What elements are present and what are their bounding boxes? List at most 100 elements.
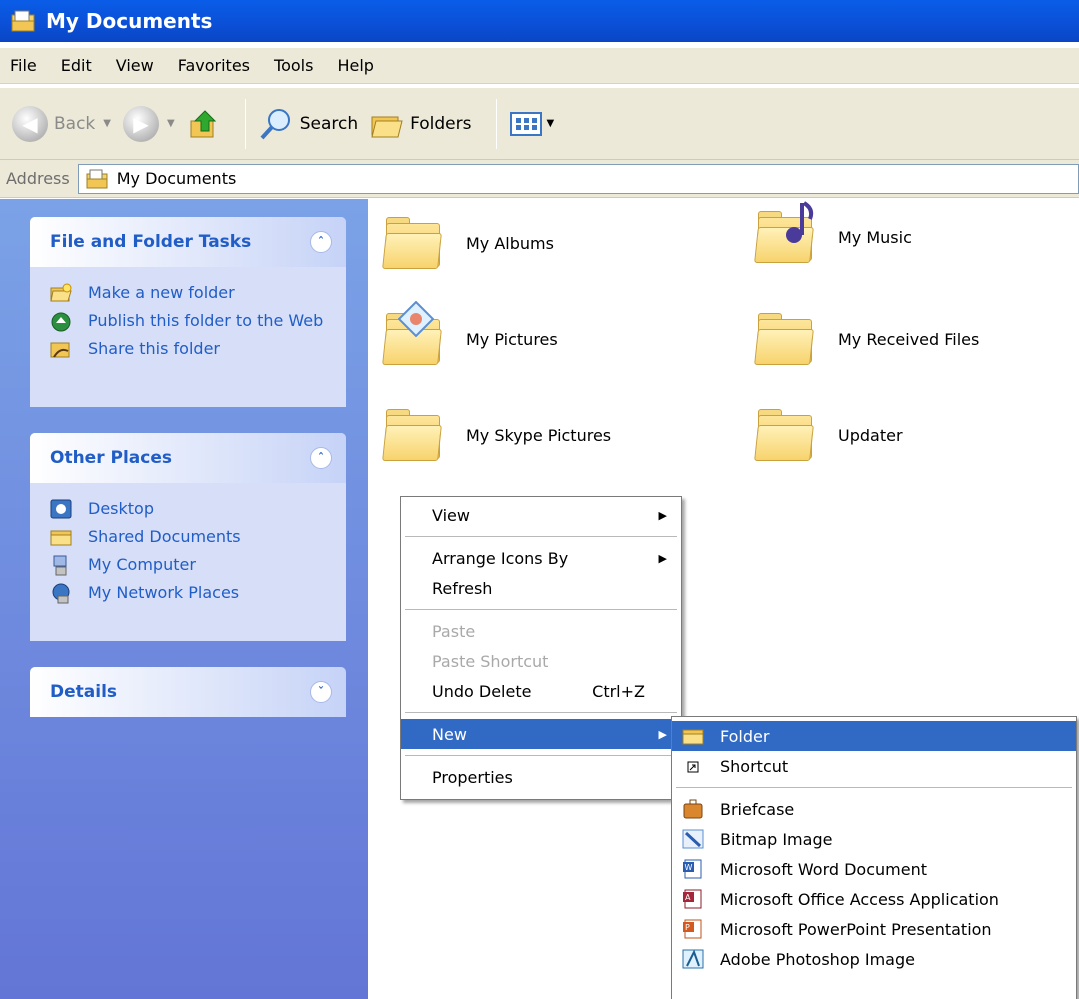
menu-item-view[interactable]: View ▶ — [401, 500, 681, 530]
collapse-icon[interactable]: ˆ — [310, 231, 332, 253]
menu-tools[interactable]: Tools — [274, 56, 313, 75]
powerpoint-icon: P — [683, 919, 702, 939]
place-desktop[interactable]: Desktop — [50, 499, 334, 519]
forward-arrow-icon: ▶ — [122, 105, 159, 142]
search-icon — [260, 108, 290, 139]
menu-item-new[interactable]: New ▶ — [401, 719, 681, 749]
bitmap-image-icon — [682, 829, 704, 849]
menu-favorites[interactable]: Favorites — [178, 56, 250, 75]
search-button[interactable]: Search — [258, 106, 358, 142]
other-places-panel: Other Places ˆ Desktop Shared Documents … — [30, 433, 346, 641]
panel-title: Details — [50, 682, 118, 702]
folder-item[interactable]: My Music — [754, 201, 912, 267]
address-value: My Documents — [116, 169, 237, 188]
forward-button[interactable]: ▶ ▼ — [122, 105, 175, 142]
place-my-computer[interactable]: My Computer — [50, 555, 334, 576]
toolbar: ◀ Back ▼ ▶ ▼ Search Folders ▼ — [0, 88, 1079, 160]
folder-item[interactable]: My Received Files — [754, 309, 979, 369]
menu-help[interactable]: Help — [337, 56, 373, 75]
menu-item-paste-shortcut: Paste Shortcut — [432, 651, 549, 671]
my-documents-icon — [10, 9, 38, 33]
new-folder-icon — [50, 283, 72, 303]
shortcut-label: Ctrl+Z — [592, 681, 645, 701]
menu-item-arrange-icons[interactable]: Arrange Icons By ▶ — [401, 543, 681, 573]
menu-separator — [676, 787, 1072, 788]
folder-icon — [382, 213, 444, 273]
photoshop-image-icon — [682, 949, 704, 969]
up-arrow-icon — [190, 109, 216, 137]
menu-bar: File Edit View Favorites Tools Help — [0, 48, 1079, 84]
new-submenu: Folder Shortcut Briefcase Bitmap Image W… — [671, 716, 1077, 999]
new-folder-item[interactable]: Folder — [672, 721, 1076, 751]
new-access-application-item[interactable]: A Microsoft Office Access Application — [672, 884, 1076, 914]
shortcut-icon — [687, 761, 699, 773]
submenu-arrow-icon: ▶ — [658, 727, 667, 741]
new-briefcase-item[interactable]: Briefcase — [672, 794, 1076, 824]
address-bar: Address My Documents — [0, 160, 1079, 198]
folder-item[interactable]: Updater — [754, 405, 903, 465]
task-pane: File and Folder Tasks ˆ Make a new folde… — [0, 199, 368, 999]
task-make-new-folder[interactable]: Make a new folder — [50, 283, 334, 303]
address-label: Address — [6, 169, 70, 188]
window-title: My Documents — [46, 9, 213, 33]
briefcase-icon — [683, 799, 703, 819]
forward-dropdown-icon[interactable]: ▼ — [167, 118, 175, 129]
access-application-icon: A — [683, 889, 702, 909]
back-button[interactable]: ◀ Back ▼ — [12, 105, 111, 142]
menu-view[interactable]: View — [116, 56, 154, 75]
folder-icon — [382, 405, 444, 465]
submenu-arrow-icon: ▶ — [658, 551, 667, 565]
folder-item[interactable]: My Albums — [382, 213, 554, 273]
folder-item[interactable]: My Skype Pictures — [382, 405, 611, 465]
panel-header[interactable]: File and Folder Tasks ˆ — [30, 217, 346, 267]
back-arrow-icon: ◀ — [12, 105, 48, 142]
new-shortcut-item[interactable]: Shortcut — [672, 751, 1076, 781]
folder-icon — [754, 405, 816, 465]
panel-header[interactable]: Other Places ˆ — [30, 433, 346, 483]
music-folder-icon — [754, 201, 816, 267]
menu-edit[interactable]: Edit — [61, 56, 92, 75]
title-bar[interactable]: My Documents — [0, 0, 1079, 42]
place-shared-documents[interactable]: Shared Documents — [50, 527, 334, 547]
menu-item-refresh[interactable]: Refresh — [401, 573, 681, 603]
panel-title: File and Folder Tasks — [50, 232, 252, 252]
expand-icon[interactable]: ˇ — [310, 681, 332, 703]
new-photoshop-image-item[interactable]: Adobe Photoshop Image — [672, 944, 1076, 974]
pictures-folder-icon — [382, 301, 444, 369]
svg-text:W: W — [685, 863, 693, 872]
menu-separator — [405, 712, 677, 713]
panel-title: Other Places — [50, 448, 172, 468]
views-button[interactable]: ▼ — [509, 110, 554, 138]
task-share-folder[interactable]: Share this folder — [50, 339, 334, 359]
folder-icon — [754, 309, 816, 369]
publish-web-icon — [50, 311, 72, 332]
svg-text:P: P — [685, 923, 690, 932]
folder-item[interactable]: My Pictures — [382, 301, 558, 369]
menu-item-paste: Paste — [432, 621, 476, 641]
place-my-network[interactable]: My Network Places — [50, 583, 334, 604]
back-dropdown-icon[interactable]: ▼ — [103, 118, 111, 129]
word-document-icon: W — [683, 859, 702, 879]
my-documents-icon — [86, 169, 108, 188]
folder-icon — [682, 729, 704, 745]
computer-icon — [50, 555, 72, 576]
panel-header[interactable]: Details ˇ — [30, 667, 346, 717]
file-folder-tasks-panel: File and Folder Tasks ˆ Make a new folde… — [30, 217, 346, 407]
up-folder-button[interactable] — [187, 107, 221, 141]
collapse-icon[interactable]: ˆ — [310, 447, 332, 469]
menu-separator — [405, 536, 677, 537]
new-word-document-item[interactable]: W Microsoft Word Document — [672, 854, 1076, 884]
new-bitmap-item[interactable]: Bitmap Image — [672, 824, 1076, 854]
address-field[interactable]: My Documents — [77, 163, 1079, 194]
folders-icon — [371, 116, 403, 137]
toolbar-separator — [244, 98, 246, 149]
menu-item-properties[interactable]: Properties — [401, 762, 681, 792]
folder-icon — [50, 527, 72, 547]
submenu-arrow-icon: ▶ — [658, 508, 667, 522]
menu-item-undo-delete[interactable]: Undo Delete Ctrl+Z — [401, 676, 681, 706]
new-powerpoint-item[interactable]: P Microsoft PowerPoint Presentation — [672, 914, 1076, 944]
views-icon — [509, 111, 542, 136]
folders-button[interactable]: Folders — [370, 109, 472, 139]
task-publish-web[interactable]: Publish this folder to the Web — [50, 311, 334, 332]
menu-file[interactable]: File — [10, 56, 37, 75]
